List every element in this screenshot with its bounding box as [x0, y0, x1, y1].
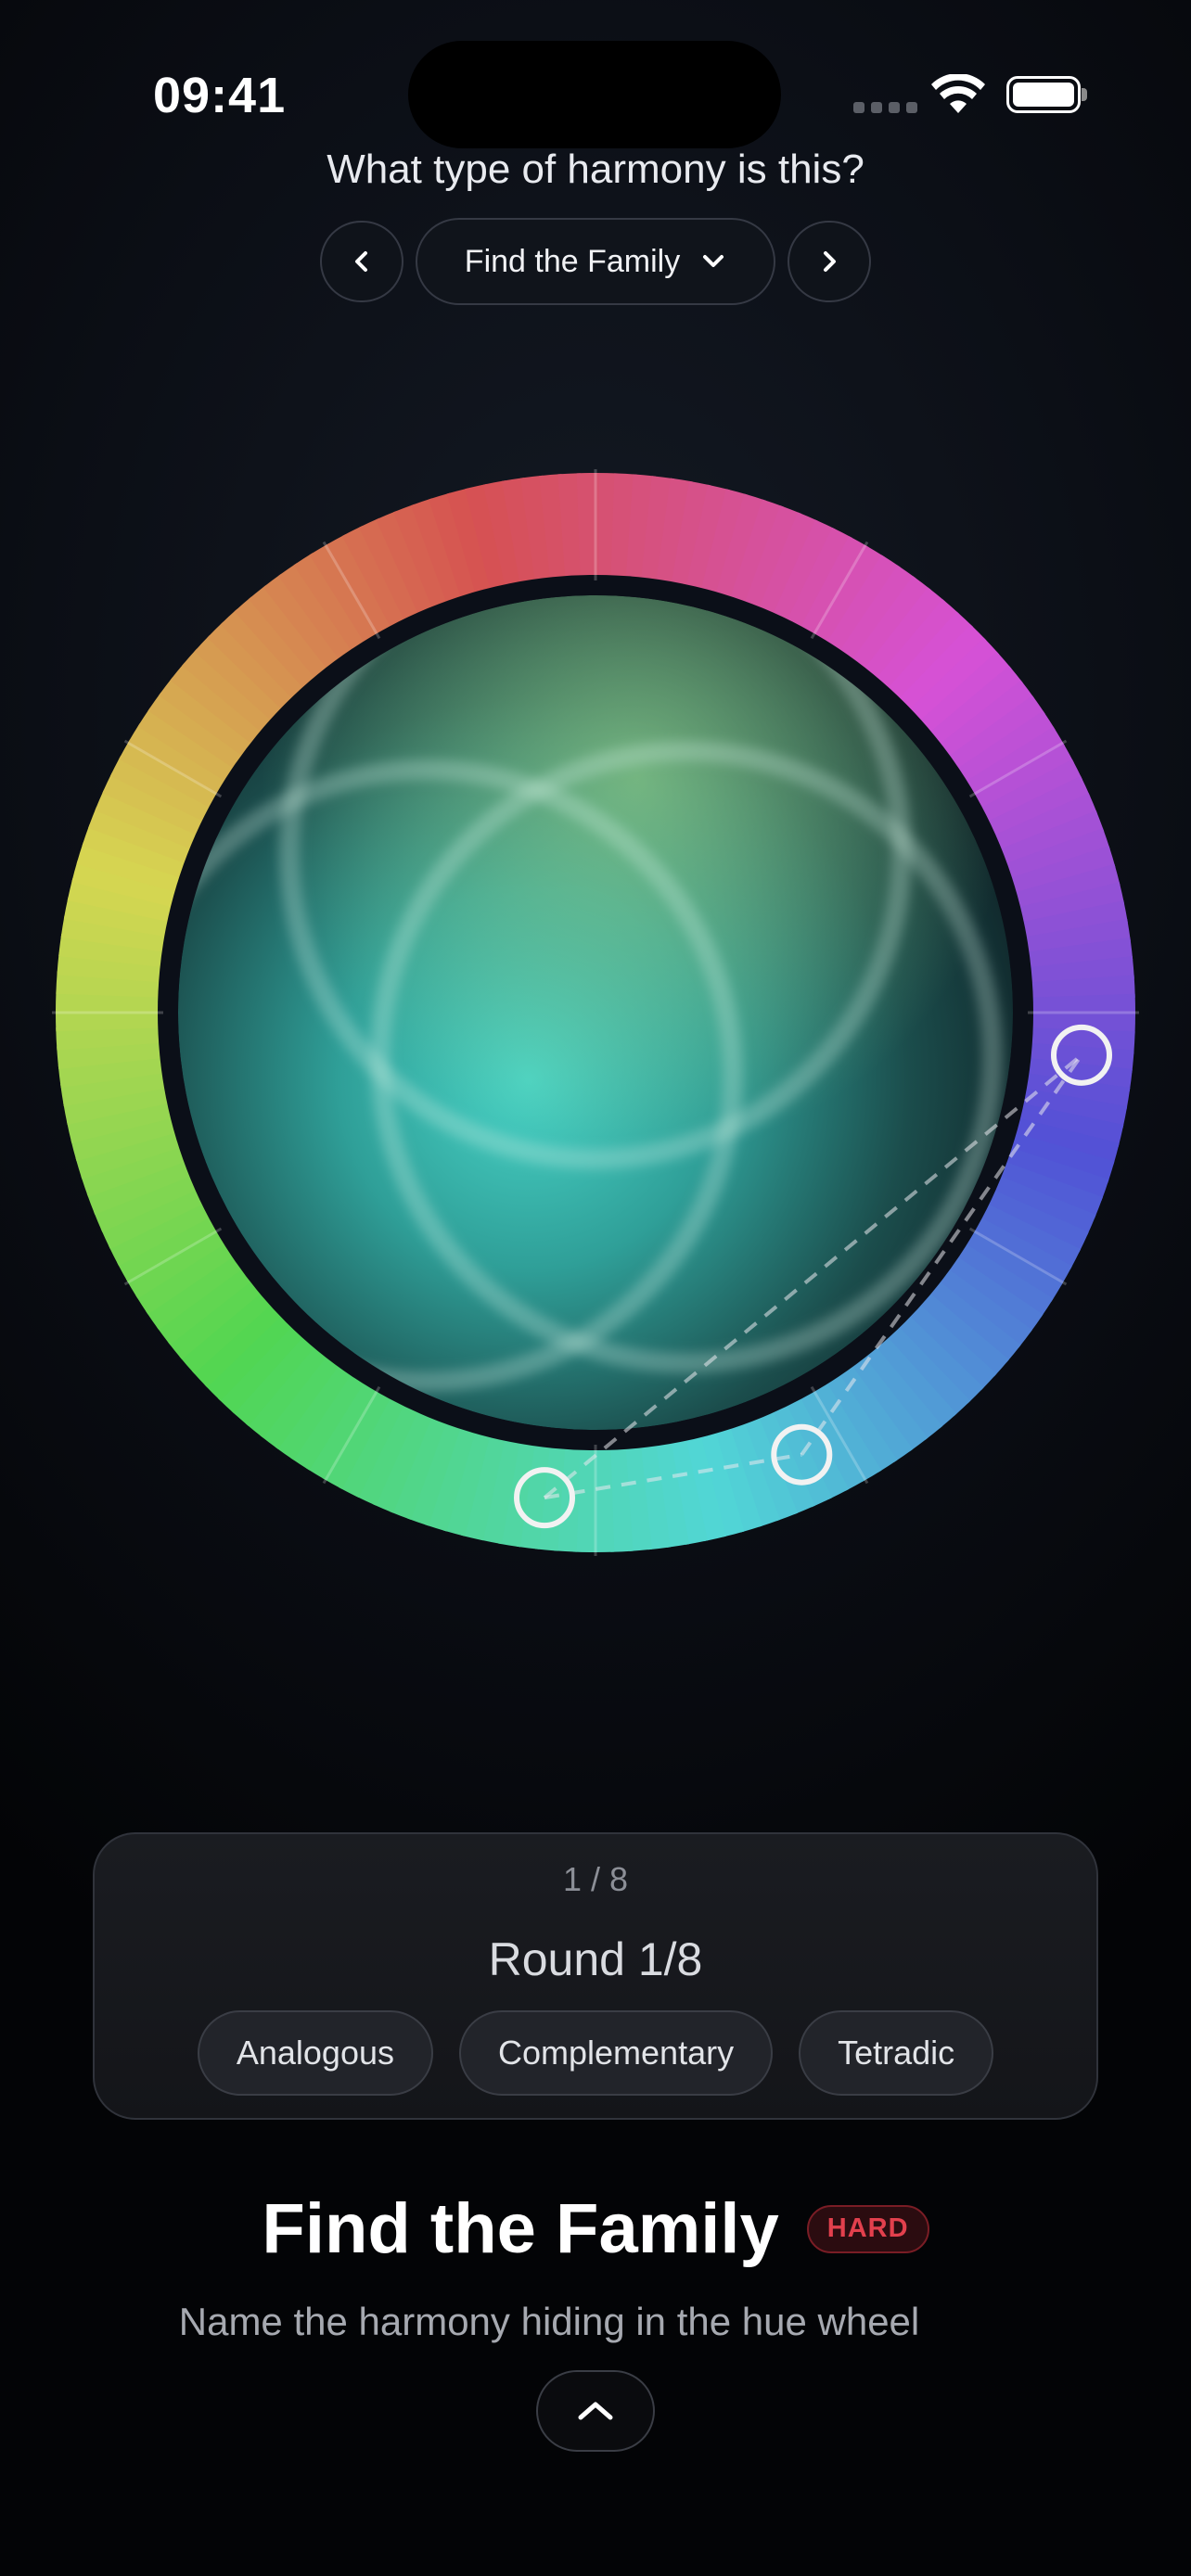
- hue-wheel[interactable]: [46, 464, 1145, 1562]
- expand-button[interactable]: [536, 2370, 655, 2452]
- chevron-right-icon: [824, 251, 836, 272]
- chevron-left-icon: [355, 251, 367, 272]
- game-title: Find the Family: [262, 2189, 779, 2268]
- battery-cap: [1082, 88, 1087, 101]
- round-label: Round 1/8: [488, 1933, 703, 1985]
- round-counter: 1 / 8: [562, 1860, 629, 1898]
- status-time: 09:41: [153, 68, 287, 123]
- game-subtitle: Name the harmony hiding in the hue wheel: [178, 2300, 920, 2343]
- chevron-up-icon: [578, 2402, 613, 2420]
- battery-icon: [1006, 76, 1081, 113]
- next-button[interactable]: [788, 221, 871, 302]
- previous-button[interactable]: [320, 221, 403, 302]
- game-title-row: Find the Family HARD: [0, 2188, 1191, 2269]
- mode-select-label: Find the Family: [464, 243, 681, 279]
- option-complementary[interactable]: Complementary: [458, 2010, 774, 2096]
- wifi-icon: [931, 74, 985, 113]
- answer-options: Analogous Complementary Tetradic: [95, 2010, 1096, 2096]
- question-text: What type of harmony is this?: [327, 147, 864, 192]
- signal-icon: [853, 102, 917, 113]
- option-analogous[interactable]: Analogous: [197, 2010, 433, 2096]
- round-card: 1 / 8 Round 1/8 Analogous Complementary …: [93, 1832, 1098, 2120]
- dynamic-island: [408, 41, 781, 148]
- chevron-down-icon: [703, 255, 724, 267]
- option-tetradic[interactable]: Tetradic: [799, 2010, 994, 2096]
- difficulty-badge: HARD: [806, 2204, 929, 2253]
- mode-select[interactable]: Find the Family: [416, 218, 775, 305]
